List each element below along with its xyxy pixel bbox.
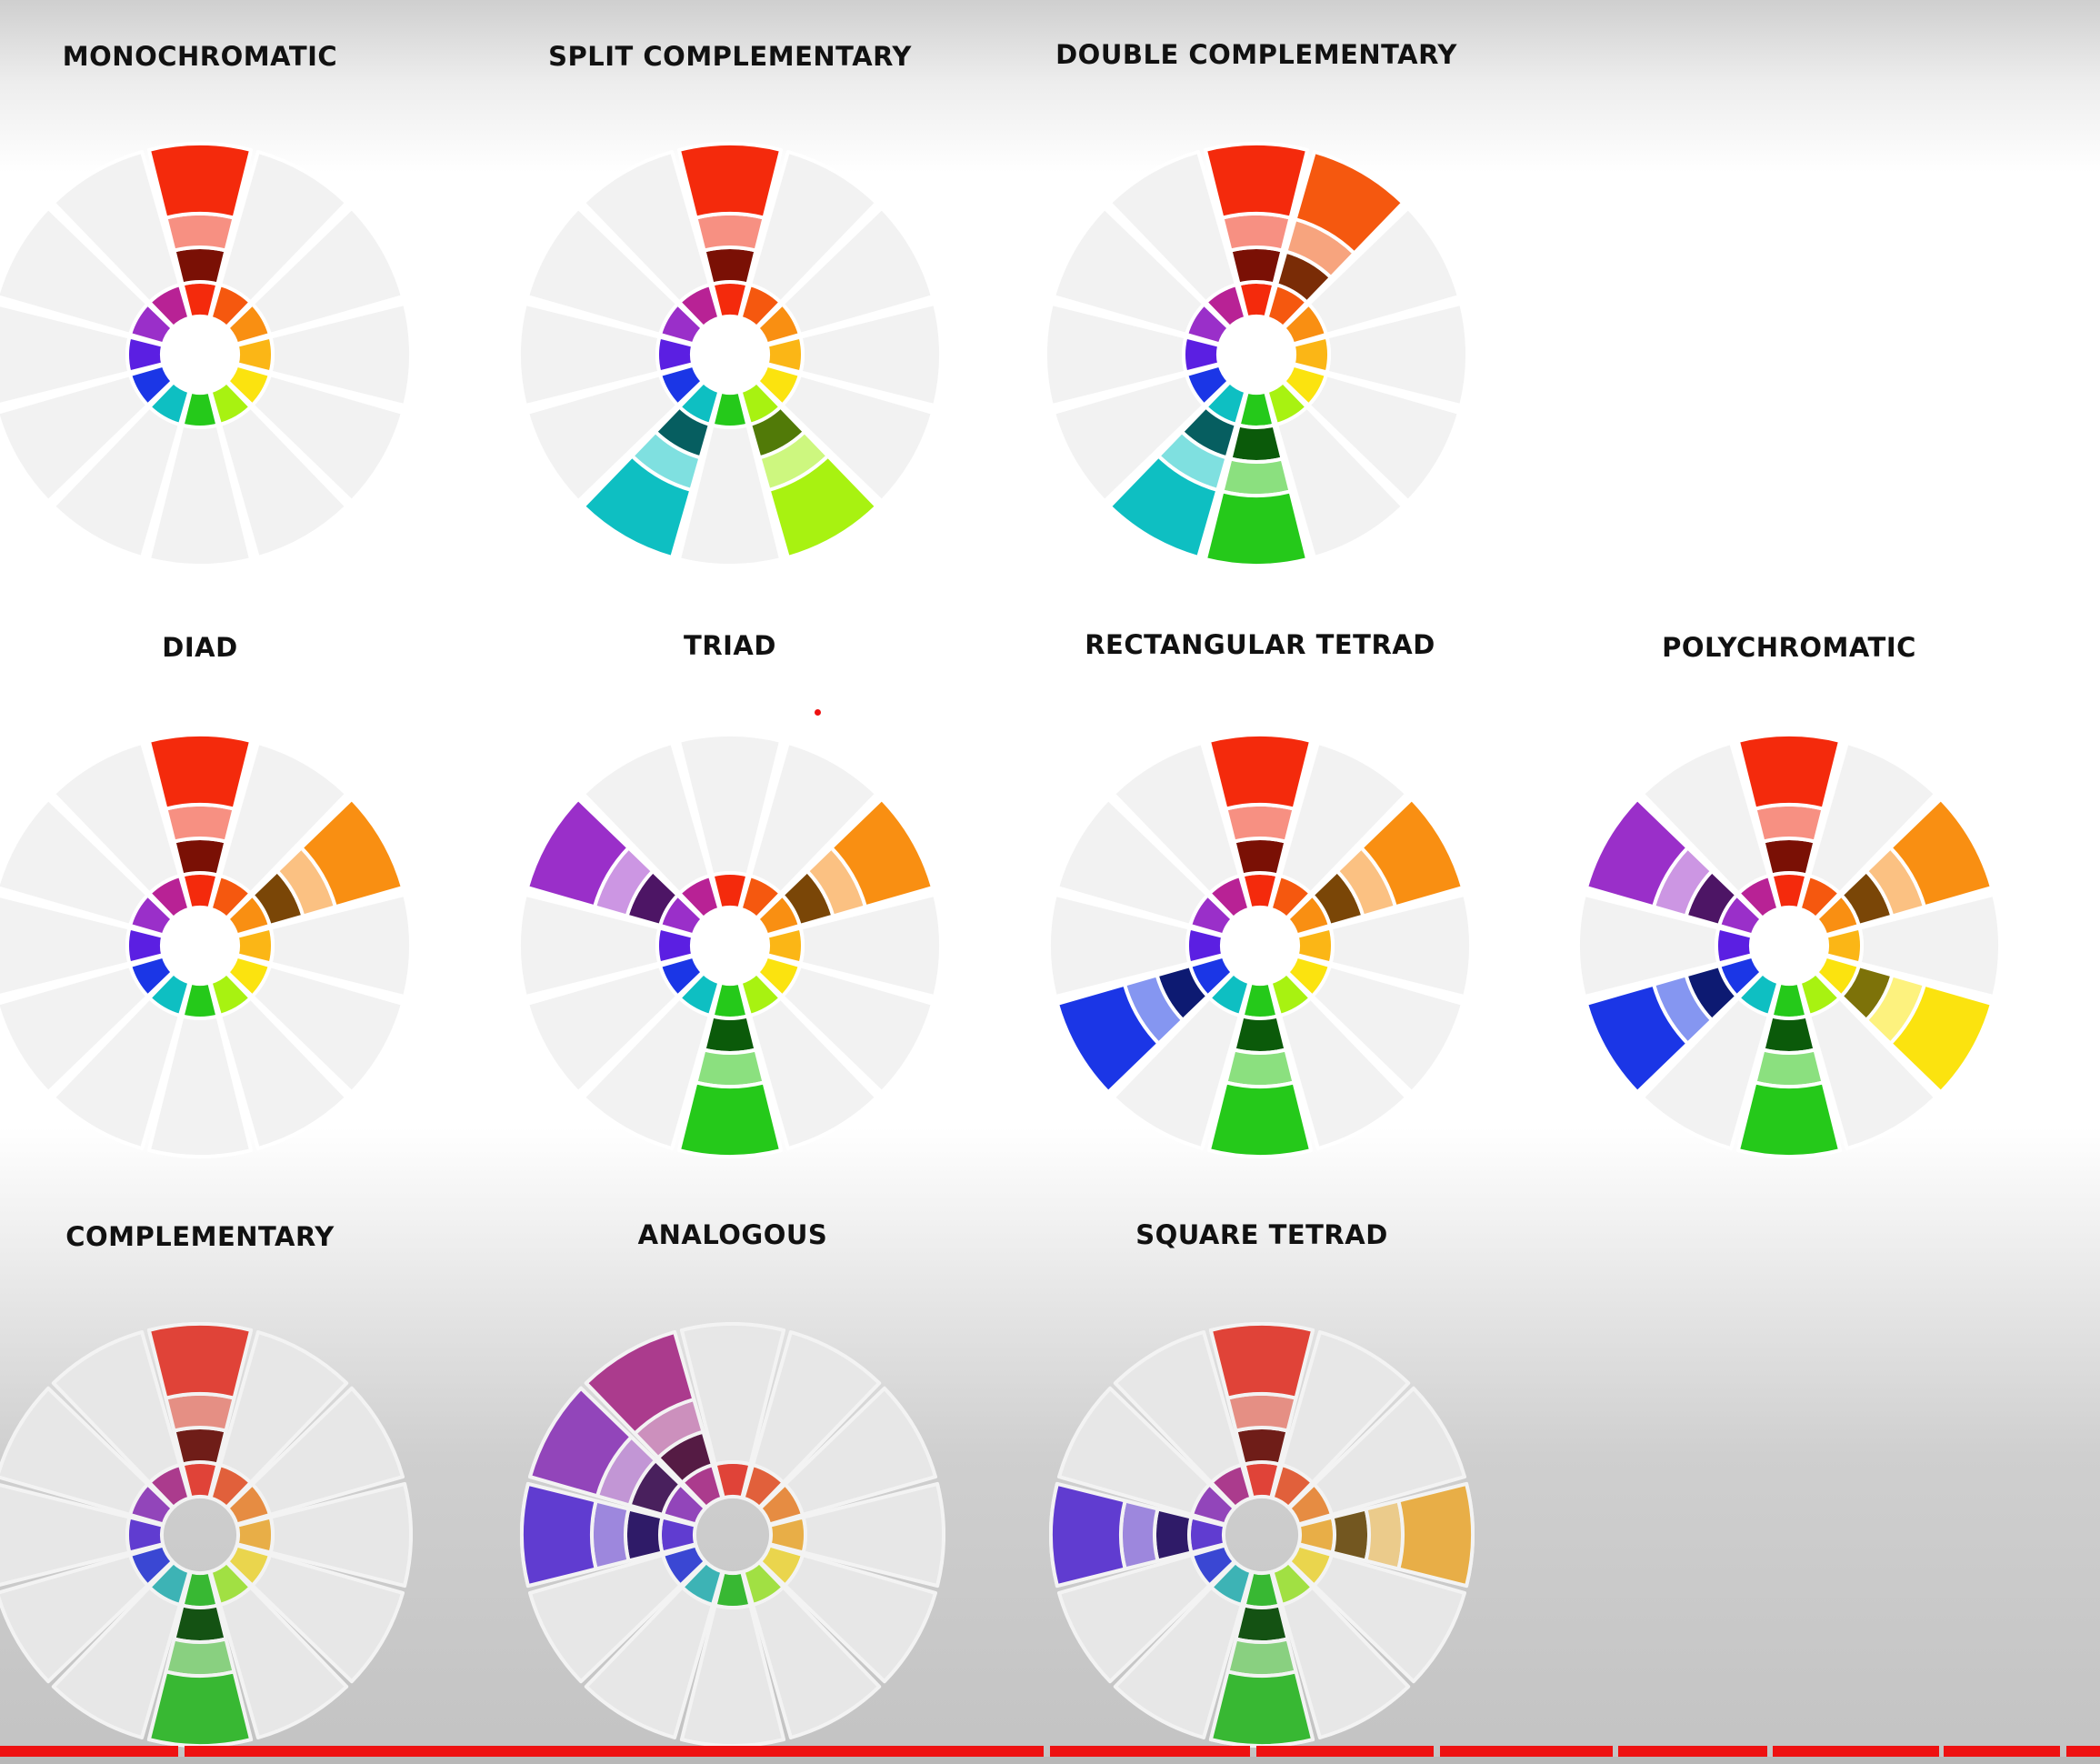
title-rectangular-tetrad: RECTANGULAR TETRAD [1085, 629, 1435, 660]
spoke-shade-blue-violet [1153, 1507, 1194, 1563]
spoke-tint-blue-violet [1118, 1498, 1160, 1571]
spoke-pure-green [1735, 1080, 1843, 1158]
cursor-dot [815, 709, 821, 716]
spoke-shade-red [172, 246, 228, 286]
color-harmony-diagram: MONOCHROMATIC SPLIT COMPLEMENTARY DOUBLE… [0, 39, 2002, 1748]
title-analogous: ANALOGOUS [638, 1219, 828, 1250]
spoke-shade-blue-violet [624, 1507, 665, 1563]
title-split-complementary: SPLIT COMPLEMENTARY [548, 41, 912, 72]
wheel-triad [517, 733, 943, 1158]
spoke-shade-green [1232, 1014, 1288, 1055]
spoke-tint-red [694, 211, 766, 253]
title-double-complementary: DOUBLE COMPLEMENTARY [1055, 39, 1457, 70]
spoke-shade-red [172, 1426, 228, 1467]
wheel-analogous [520, 1322, 945, 1748]
spoke-pure-red [1206, 733, 1314, 811]
spoke-shade-green [1234, 1603, 1290, 1644]
spoke-tint-red [1225, 1391, 1298, 1433]
spoke-pure-red [1735, 733, 1843, 811]
spoke-pure-green [1206, 1080, 1314, 1158]
spoke-tint-red [164, 211, 236, 253]
spoke-shade-red [172, 837, 228, 877]
spoke-tint-red [1753, 802, 1825, 844]
wheel-double-complementary [1044, 142, 1469, 567]
spoke-shade-red [1234, 1426, 1290, 1467]
spoke-shade-yellow-orange [1330, 1507, 1371, 1563]
spoke-pure-green [146, 1669, 254, 1748]
spoke-pure-red [1208, 1322, 1315, 1400]
spoke-shade-red [702, 246, 758, 286]
spoke-tint-green [1225, 1637, 1298, 1679]
spoke-pure-green [676, 1080, 784, 1158]
wheel-diad [0, 733, 413, 1158]
spoke-pure-red [146, 1322, 254, 1400]
title-complementary: COMPLEMENTARY [65, 1221, 335, 1252]
title-diad: DIAD [162, 632, 237, 663]
spoke-pure-green [1208, 1669, 1315, 1748]
spoke-shade-green [172, 1603, 228, 1644]
spoke-pure-green [1203, 489, 1310, 567]
title-square-tetrad: SQUARE TETRAD [1135, 1219, 1388, 1250]
spoke-shade-green [702, 1014, 758, 1055]
spoke-tint-red [1224, 802, 1296, 844]
spoke-tint-green [164, 1637, 236, 1679]
wheel-monochromatic [0, 142, 413, 567]
chapter-segment[interactable] [2066, 1746, 2100, 1757]
spoke-pure-red [676, 142, 784, 220]
spoke-shade-red [1228, 246, 1285, 286]
chapter-segment[interactable] [0, 1746, 178, 1757]
spoke-pure-yellow-orange [1396, 1481, 1475, 1589]
spoke-tint-green [1220, 456, 1293, 498]
wheel-rectangular-tetrad [1047, 733, 1473, 1158]
chapter-segment[interactable] [1618, 1746, 1767, 1757]
wheel-split-complementary [517, 142, 943, 567]
spoke-pure-red [146, 733, 254, 811]
chapter-segment[interactable] [1050, 1746, 1250, 1757]
spoke-pure-red [1203, 142, 1310, 220]
wheel-square-tetrad [1049, 1322, 1475, 1748]
spoke-tint-red [164, 1391, 236, 1433]
spoke-tint-blue-violet [589, 1498, 631, 1571]
video-progress-track [0, 1757, 2100, 1764]
spoke-tint-green [1753, 1047, 1825, 1089]
spoke-shade-green [1228, 423, 1285, 464]
chapter-segment[interactable] [1773, 1746, 1939, 1757]
title-triad: TRIAD [684, 630, 776, 661]
spoke-tint-green [694, 1047, 766, 1089]
spoke-tint-red [1220, 211, 1293, 253]
chapter-segment[interactable] [185, 1746, 1044, 1757]
spoke-pure-red [146, 142, 254, 220]
title-polychromatic: POLYCHROMATIC [1662, 632, 1916, 663]
chapter-segment[interactable] [1440, 1746, 1613, 1757]
chapter-segment[interactable] [1256, 1746, 1434, 1757]
spoke-tint-yellow-orange [1364, 1498, 1405, 1571]
video-progress-bar[interactable] [0, 1746, 2100, 1757]
chapter-segment[interactable] [1944, 1746, 2060, 1757]
spoke-tint-green [1224, 1047, 1296, 1089]
spoke-shade-red [1232, 837, 1288, 877]
spoke-pure-blue-violet [1049, 1481, 1127, 1589]
title-monochromatic: MONOCHROMATIC [63, 41, 337, 72]
spoke-shade-green [1761, 1014, 1817, 1055]
wheel-polychromatic [1576, 733, 2002, 1158]
spoke-tint-red [164, 802, 236, 844]
wheel-complementary [0, 1322, 413, 1748]
spoke-pure-blue-violet [520, 1481, 598, 1589]
spoke-shade-red [1761, 837, 1817, 877]
